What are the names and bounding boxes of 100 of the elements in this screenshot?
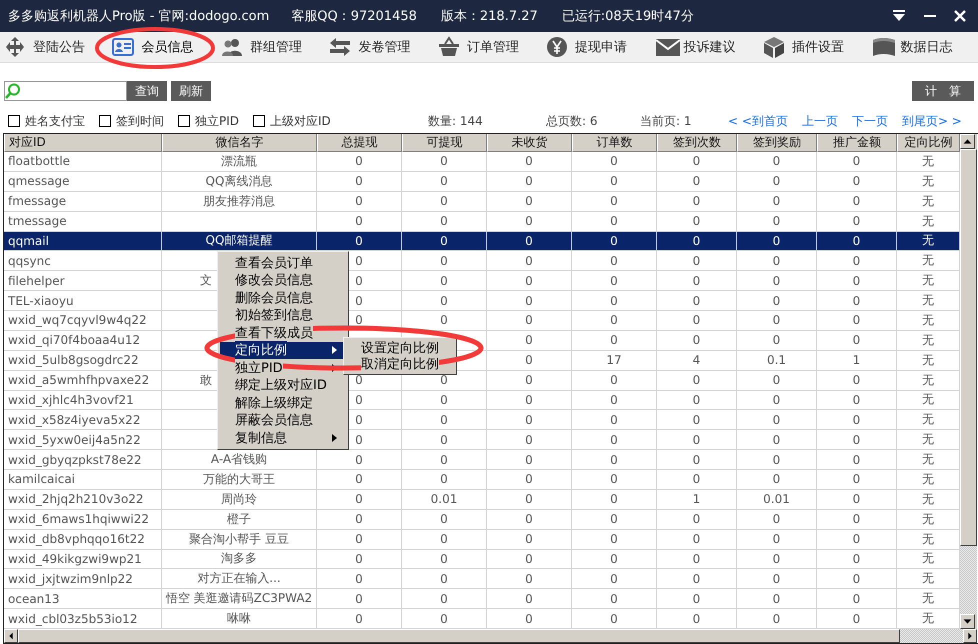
table-cell: 0: [402, 192, 487, 212]
table-cell: 0: [402, 530, 487, 550]
table-cell: 0: [657, 192, 737, 212]
table-cell: 0: [487, 510, 572, 530]
toolbar-tab[interactable]: 订单管理: [436, 33, 544, 61]
column-header[interactable]: 对应ID: [4, 134, 162, 152]
table-cell: 0: [657, 530, 737, 550]
scroll-right-icon[interactable]: [963, 629, 977, 643]
table-cell: 0: [817, 152, 897, 172]
envelope-icon: [654, 36, 681, 58]
table-cell: 0: [402, 251, 487, 272]
table-cell: 0: [317, 152, 402, 172]
close-icon[interactable]: [952, 8, 968, 24]
table-cell: 万能的大哥王: [162, 470, 317, 490]
table-cell: wxid_2hjq2h210v3o22: [4, 490, 162, 510]
toolbar-tab[interactable]: 提现申请: [544, 33, 653, 61]
pager-link[interactable]: 上一页: [802, 112, 838, 130]
checkbox-label: 姓名支付宝: [25, 112, 85, 130]
submenu-arrow-icon: [332, 346, 338, 354]
table-cell: 0: [572, 410, 657, 430]
stat-label: 当前页: 1: [640, 112, 692, 130]
table-cell: 无: [897, 232, 960, 252]
table-cell: 0: [657, 510, 737, 530]
search-button[interactable]: 查询: [127, 81, 167, 101]
table-cell: qqsync: [4, 251, 162, 272]
vertical-scrollbar[interactable]: [960, 134, 977, 629]
toolbar-tab[interactable]: 群组管理: [218, 33, 328, 61]
table-cell: 0: [657, 232, 737, 252]
calculate-button[interactable]: 计 算: [912, 81, 974, 101]
table-cell: 0: [487, 530, 572, 550]
table-cell: 0: [487, 490, 572, 510]
toolbar-tab[interactable]: 数据日志: [870, 33, 978, 61]
table-cell: 0: [487, 569, 572, 590]
table-cell: 0: [817, 410, 897, 430]
table-cell: 0: [572, 251, 657, 272]
menu-item[interactable]: 定向比例: [220, 342, 346, 359]
toolbar-tab[interactable]: 投诉建议: [652, 33, 762, 61]
pager-link[interactable]: 到尾页> >: [902, 112, 962, 130]
table-cell: 0: [737, 550, 817, 570]
table-cell: 0: [487, 350, 572, 371]
checkbox[interactable]: [253, 115, 266, 127]
column-header[interactable]: 订单数: [572, 134, 657, 152]
table-cell: 0: [817, 330, 897, 351]
table-cell: 0: [737, 232, 817, 252]
column-header[interactable]: 微信名字: [162, 134, 317, 152]
table-cell: 0: [737, 530, 817, 550]
column-header[interactable]: 可提现: [402, 134, 487, 152]
table-cell: 0: [487, 251, 572, 272]
table-cell: 0: [402, 271, 487, 292]
column-header[interactable]: 签到奖励: [737, 134, 817, 152]
table-cell: 0: [402, 311, 487, 331]
table-cell: 0: [487, 192, 572, 212]
toolbar-tab[interactable]: 登陆公告: [2, 33, 110, 61]
column-header[interactable]: 总提现: [317, 134, 402, 152]
table-cell: 漂流瓶: [162, 152, 317, 172]
table-cell: 0: [402, 470, 487, 490]
table-cell: 0: [817, 569, 897, 590]
table-cell: 0: [487, 291, 572, 311]
table-cell: 0: [572, 152, 657, 172]
table-cell: 0: [657, 569, 737, 590]
table-cell: 0: [737, 192, 817, 212]
column-header[interactable]: 未收货: [487, 134, 572, 152]
table-cell: 0: [657, 450, 737, 470]
column-header[interactable]: 签到次数: [657, 134, 737, 152]
refresh-button[interactable]: 刷新: [171, 81, 211, 101]
table-cell: 0: [737, 470, 817, 490]
table-cell: 0: [572, 450, 657, 470]
scroll-left-icon[interactable]: [4, 629, 18, 643]
search-icon[interactable]: [5, 83, 21, 99]
toolbar-tab[interactable]: 发卷管理: [327, 33, 436, 61]
checkbox[interactable]: [178, 115, 190, 127]
table-cell: 0: [572, 330, 657, 351]
checkbox[interactable]: [8, 115, 20, 127]
table-cell: 0: [402, 172, 487, 192]
table-cell: 0: [657, 172, 737, 192]
toolbar-tab[interactable]: 会员信息: [110, 33, 219, 61]
pager-link[interactable]: < <到首页: [728, 112, 788, 130]
scroll-thumb[interactable]: [960, 149, 977, 546]
table-cell: 0: [657, 589, 737, 610]
table-cell: 0: [817, 430, 897, 450]
column-header[interactable]: 推广金额: [817, 134, 897, 152]
pager-link[interactable]: 下一页: [852, 112, 888, 130]
checkbox[interactable]: [99, 115, 111, 127]
table-cell: TEL-xiaoyu: [4, 291, 162, 311]
scroll-up-icon[interactable]: [960, 134, 975, 149]
table-cell: 0: [572, 530, 657, 550]
table-cell: QQ离线消息: [162, 172, 317, 192]
table-cell: 0: [572, 490, 657, 510]
table-cell: 0: [572, 192, 657, 212]
table-cell: 0: [317, 232, 402, 252]
table-cell: 0: [487, 232, 572, 252]
table-cell: QQ邮箱提醒: [162, 232, 317, 252]
table-cell: 0: [317, 490, 402, 510]
table-cell: 0: [817, 370, 897, 390]
table-cell: 0: [487, 470, 572, 490]
table-cell: wxid_db8vphqqo16t22: [4, 530, 162, 550]
scroll-down-icon[interactable]: [960, 614, 975, 629]
search-field[interactable]: [4, 81, 127, 101]
toolbar-tab[interactable]: 插件设置: [761, 33, 870, 61]
table-cell: 0: [737, 450, 817, 470]
